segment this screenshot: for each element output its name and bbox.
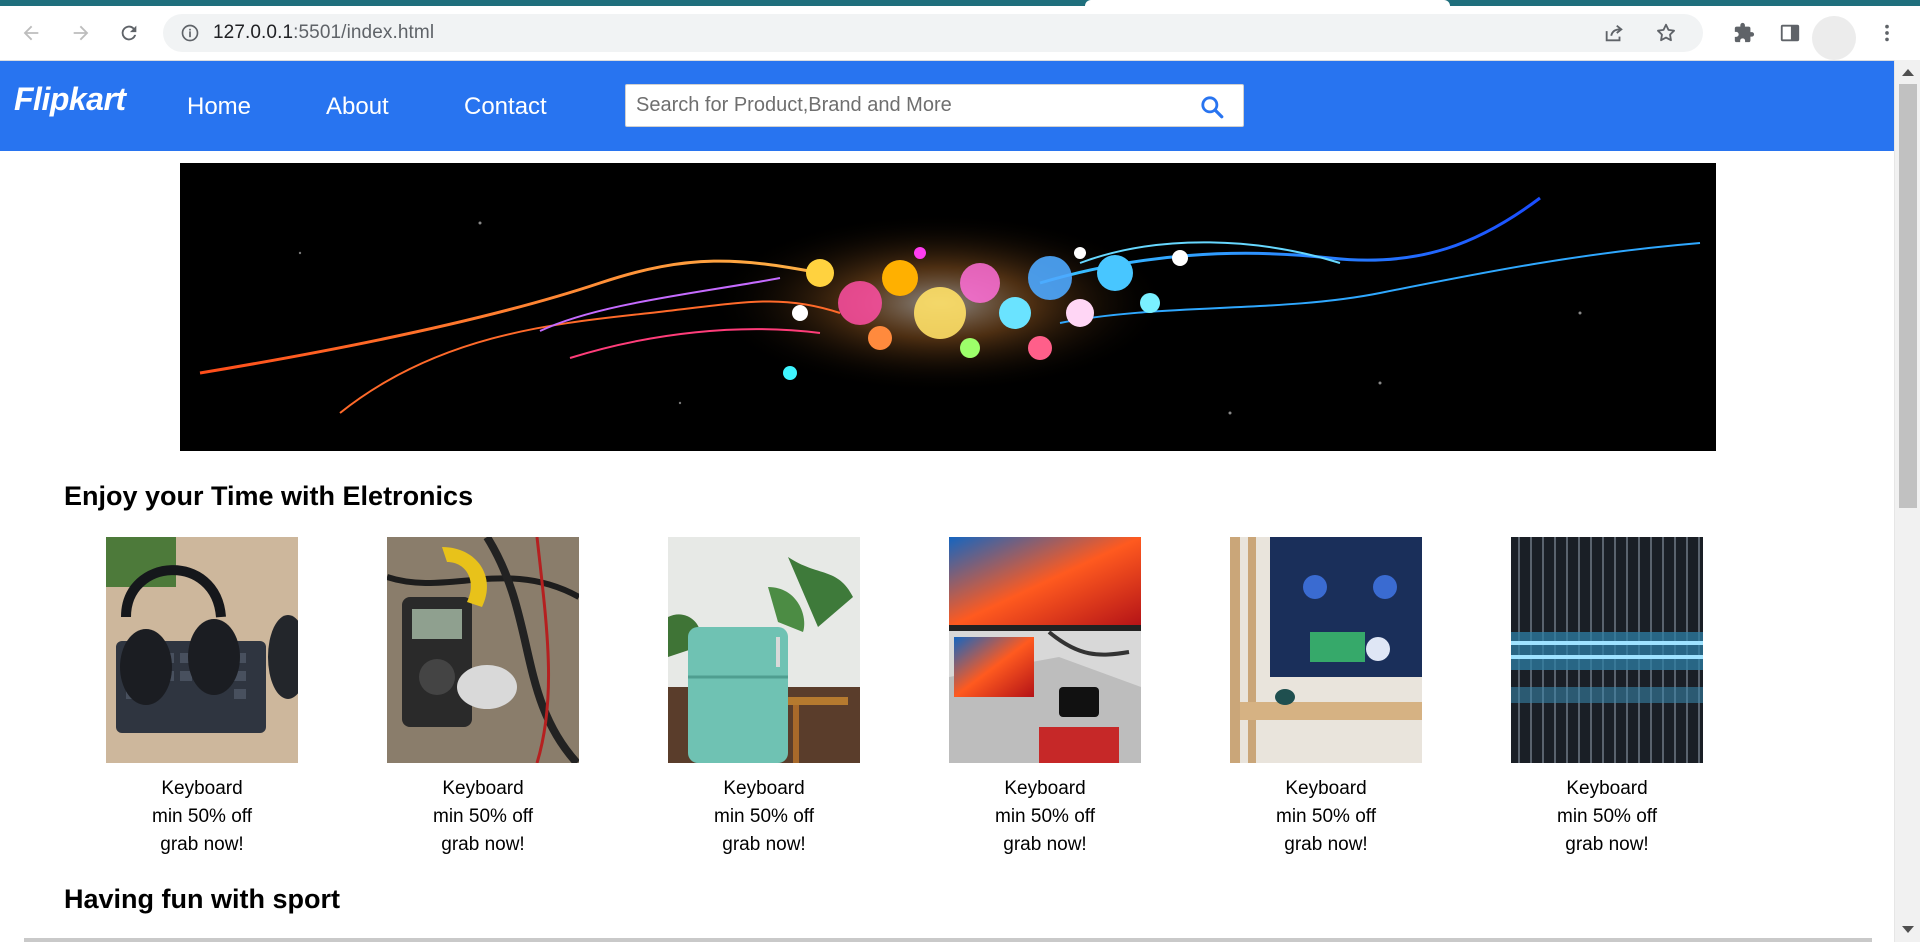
- product-name: Keyboard: [161, 778, 243, 799]
- product-image-resistors[interactable]: [1511, 537, 1703, 763]
- product-cta[interactable]: grab now!: [106, 831, 298, 859]
- product-card[interactable]: Keyboard min 50% off grab now!: [387, 537, 579, 859]
- section-title-sport: Having fun with sport: [64, 884, 340, 914]
- search-input[interactable]: [626, 85, 1196, 126]
- product-name: Keyboard: [723, 778, 805, 799]
- url-path: :5501/index.html: [293, 22, 435, 43]
- product-image-laptop-monitor[interactable]: [949, 537, 1141, 763]
- product-cta[interactable]: grab now!: [1511, 831, 1703, 859]
- product-name: Keyboard: [442, 778, 524, 799]
- product-name: Keyboard: [1285, 778, 1367, 799]
- share-icon: [1605, 24, 1623, 42]
- extensions-button[interactable]: [1729, 18, 1759, 48]
- product-cta[interactable]: grab now!: [949, 831, 1141, 859]
- vertical-scrollbar[interactable]: [1894, 60, 1920, 942]
- nav-link-home[interactable]: Home: [187, 93, 251, 121]
- brand-logo[interactable]: Flipkart: [14, 81, 126, 118]
- product-card[interactable]: Keyboard min 50% off grab now!: [1230, 537, 1422, 859]
- product-card[interactable]: Keyboard min 50% off grab now!: [949, 537, 1141, 859]
- product-cta[interactable]: grab now!: [668, 831, 860, 859]
- arrow-right-icon: [73, 25, 89, 41]
- star-icon: [1657, 23, 1675, 42]
- search-icon[interactable]: [1199, 94, 1225, 120]
- hero-banner: [180, 163, 1716, 451]
- nav-link-about[interactable]: About: [326, 93, 389, 121]
- product-image-headphones[interactable]: [106, 537, 298, 763]
- product-offer: min 50% off: [995, 806, 1095, 827]
- product-image-fridge[interactable]: [668, 537, 860, 763]
- product-offer: min 50% off: [1557, 806, 1657, 827]
- hero-banner-artwork: [180, 163, 1716, 451]
- puzzle-icon: [1734, 22, 1755, 43]
- kebab-menu-icon: [1885, 24, 1889, 42]
- info-icon: [181, 24, 199, 42]
- bookmark-button[interactable]: [1651, 18, 1681, 48]
- section-title-electronics: Enjoy your Time with Eletronics: [64, 481, 474, 511]
- profile-avatar[interactable]: [1812, 16, 1856, 60]
- side-panel-button[interactable]: [1775, 18, 1805, 48]
- share-button[interactable]: [1599, 18, 1629, 48]
- nav-link-contact[interactable]: Contact: [464, 93, 547, 121]
- reload-button[interactable]: [114, 18, 144, 48]
- search-bar: [625, 84, 1244, 127]
- product-offer: min 50% off: [1276, 806, 1376, 827]
- site-info-button[interactable]: [179, 22, 201, 44]
- arrow-left-icon: [23, 25, 39, 41]
- product-image-multimeter[interactable]: [387, 537, 579, 763]
- url-host: 127.0.0.1: [213, 22, 294, 43]
- product-card[interactable]: Keyboard min 50% off grab now!: [1511, 537, 1703, 859]
- browser-menu-button[interactable]: [1872, 18, 1902, 48]
- address-bar[interactable]: 127.0.0.1:5501/index.html: [163, 14, 1703, 52]
- address-url[interactable]: 127.0.0.1:5501/index.html: [213, 22, 434, 44]
- scroll-up-arrow[interactable]: [1902, 69, 1914, 76]
- reload-icon: [121, 25, 137, 41]
- product-image-smart-tv[interactable]: [1230, 537, 1422, 763]
- product-name: Keyboard: [1566, 778, 1648, 799]
- product-card[interactable]: Keyboard min 50% off grab now!: [668, 537, 860, 859]
- product-offer: min 50% off: [714, 806, 814, 827]
- scrollbar-thumb[interactable]: [1899, 84, 1917, 508]
- product-cta[interactable]: grab now!: [1230, 831, 1422, 859]
- site-navbar: Flipkart Home About Contact: [0, 61, 1894, 151]
- product-card[interactable]: Keyboard min 50% off grab now!: [106, 537, 298, 859]
- side-panel-icon: [1780, 24, 1800, 42]
- product-offer: min 50% off: [152, 806, 252, 827]
- horizontal-scrollbar[interactable]: [24, 938, 1872, 942]
- back-button[interactable]: [16, 18, 46, 48]
- product-offer: min 50% off: [433, 806, 533, 827]
- scroll-down-arrow[interactable]: [1902, 926, 1914, 933]
- product-cta[interactable]: grab now!: [387, 831, 579, 859]
- forward-button[interactable]: [66, 18, 96, 48]
- browser-toolbar: 127.0.0.1:5501/index.html: [0, 6, 1920, 61]
- product-name: Keyboard: [1004, 778, 1086, 799]
